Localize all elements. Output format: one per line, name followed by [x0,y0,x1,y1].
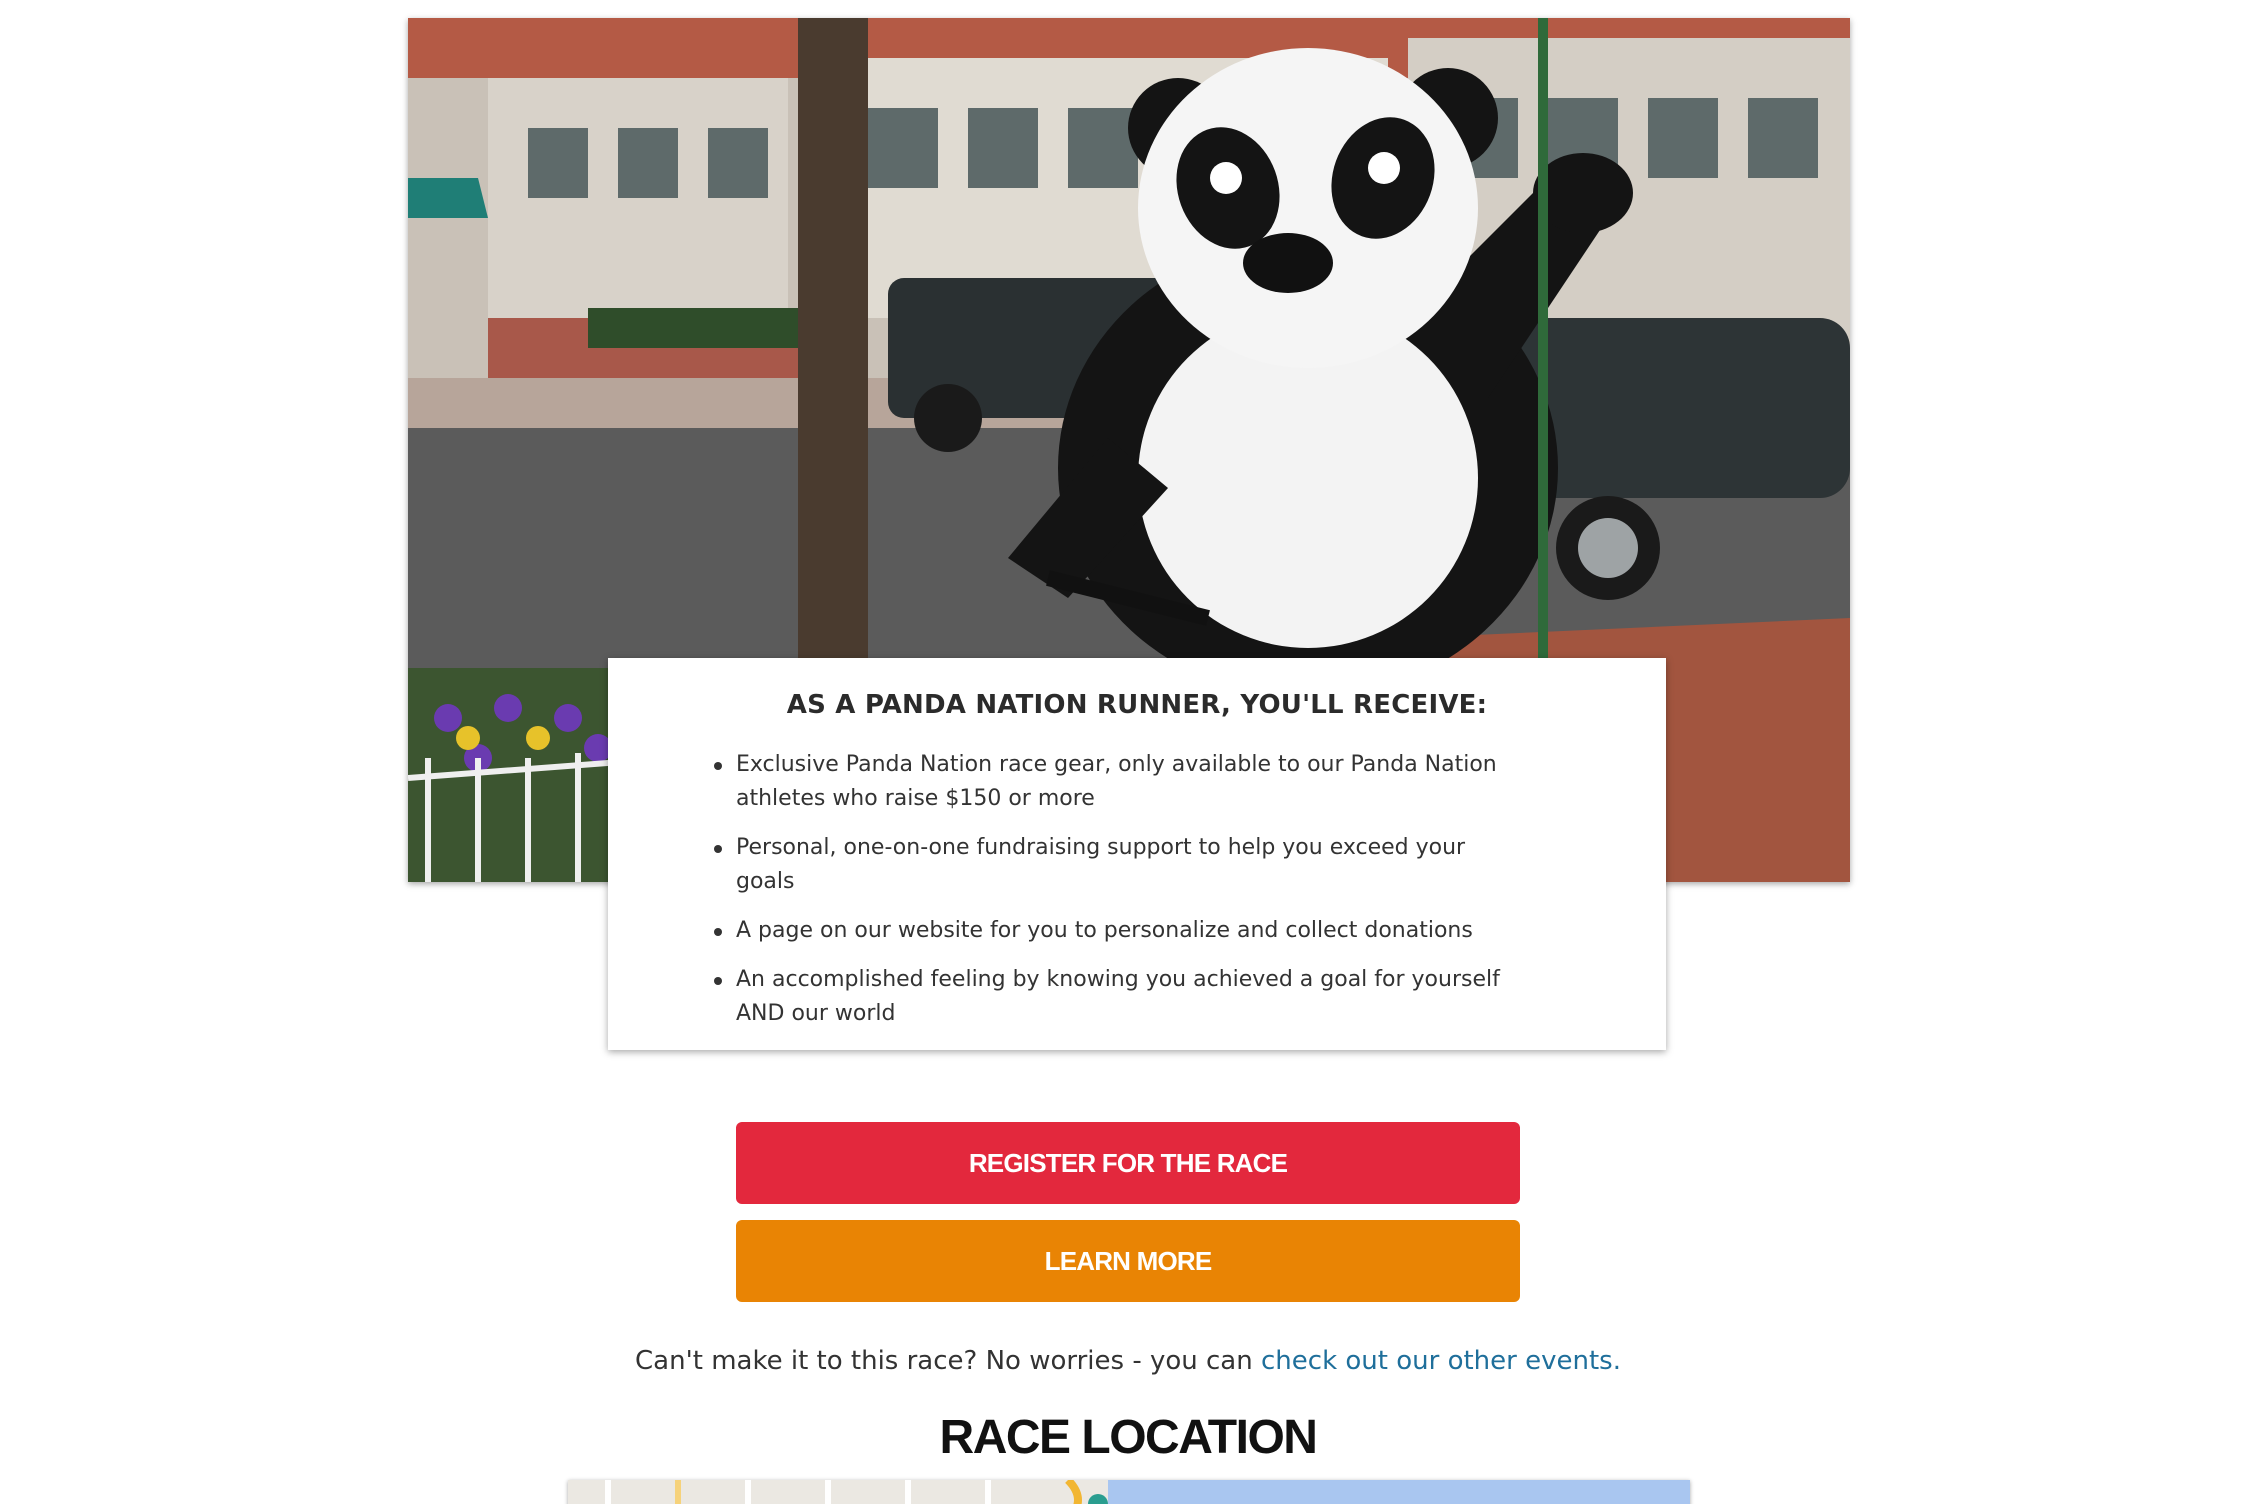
bullet-icon [714,762,722,770]
map-tiles [568,1480,1690,1504]
benefit-text: Exclusive Panda Nation race gear, only a… [736,752,1497,811]
benefit-text: A page on our website for you to persona… [736,918,1473,943]
other-events-prefix: Can't make it to this race? No worries -… [635,1346,1261,1376]
list-item: An accomplished feeling by knowing you a… [714,963,1526,1031]
list-item: Exclusive Panda Nation race gear, only a… [714,748,1526,816]
page: AS A PANDA NATION RUNNER, YOU'LL RECEIVE… [0,0,2256,1504]
learn-more-button[interactable]: LEARN MORE [736,1220,1520,1302]
bullet-icon [714,928,722,936]
bullet-icon [714,977,722,985]
bullet-icon [714,845,722,853]
list-item: Personal, one-on-one fundraising support… [714,831,1526,899]
benefit-text: Personal, one-on-one fundraising support… [736,835,1466,894]
register-button[interactable]: REGISTER FOR THE RACE [736,1122,1520,1204]
benefits-list: Exclusive Panda Nation race gear, only a… [714,748,1526,1031]
other-events-text: Can't make it to this race? No worries -… [0,1346,2256,1376]
race-location-map[interactable] [568,1480,1690,1504]
list-item: A page on our website for you to persona… [714,914,1526,948]
benefits-card: AS A PANDA NATION RUNNER, YOU'LL RECEIVE… [608,658,1666,1050]
other-events-link[interactable]: check out our other events. [1261,1346,1621,1376]
benefits-title: AS A PANDA NATION RUNNER, YOU'LL RECEIVE… [786,690,1488,720]
benefit-text: An accomplished feeling by knowing you a… [736,967,1500,1026]
race-location-title: RACE LOCATION [939,1411,1318,1464]
